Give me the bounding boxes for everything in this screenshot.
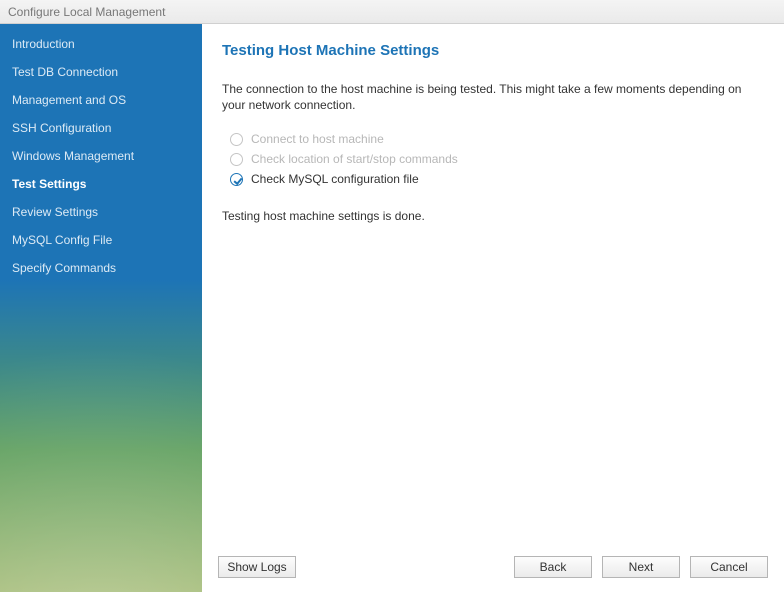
back-button[interactable]: Back <box>514 556 592 578</box>
dialog-body: Introduction Test DB Connection Manageme… <box>0 24 784 592</box>
sidebar-item-specify-commands[interactable]: Specify Commands <box>0 254 202 282</box>
dialog-window: Configure Local Management Introduction … <box>0 0 784 592</box>
sidebar-item-ssh-configuration[interactable]: SSH Configuration <box>0 114 202 142</box>
sidebar-item-windows-management[interactable]: Windows Management <box>0 142 202 170</box>
check-label: Connect to host machine <box>251 132 384 146</box>
sidebar-item-review-settings[interactable]: Review Settings <box>0 198 202 226</box>
circle-empty-icon <box>230 133 243 146</box>
sidebar-item-test-settings[interactable]: Test Settings <box>0 170 202 198</box>
titlebar: Configure Local Management <box>0 0 784 24</box>
next-button[interactable]: Next <box>602 556 680 578</box>
check-mysql-config: Check MySQL configuration file <box>230 169 764 189</box>
circle-check-icon <box>230 173 243 186</box>
show-logs-button[interactable]: Show Logs <box>218 556 296 578</box>
page-description: The connection to the host machine is be… <box>222 81 752 113</box>
sidebar-item-introduction[interactable]: Introduction <box>0 30 202 58</box>
check-connect-host: Connect to host machine <box>230 129 764 149</box>
sidebar-item-test-db-connection[interactable]: Test DB Connection <box>0 58 202 86</box>
sidebar-item-management-and-os[interactable]: Management and OS <box>0 86 202 114</box>
main-panel: Testing Host Machine Settings The connec… <box>202 24 784 592</box>
window-title: Configure Local Management <box>8 5 165 19</box>
page-title: Testing Host Machine Settings <box>222 42 764 59</box>
nav-buttons: Back Next Cancel <box>514 556 768 578</box>
checks-list: Connect to host machine Check location o… <box>230 129 764 189</box>
check-label: Check MySQL configuration file <box>251 172 419 186</box>
cancel-button[interactable]: Cancel <box>690 556 768 578</box>
status-text: Testing host machine settings is done. <box>222 209 764 223</box>
sidebar-item-mysql-config-file[interactable]: MySQL Config File <box>0 226 202 254</box>
button-bar: Show Logs Back Next Cancel <box>218 556 768 578</box>
check-start-stop-location: Check location of start/stop commands <box>230 149 764 169</box>
check-label: Check location of start/stop commands <box>251 152 458 166</box>
steps-sidebar: Introduction Test DB Connection Manageme… <box>0 24 202 592</box>
circle-empty-icon <box>230 153 243 166</box>
